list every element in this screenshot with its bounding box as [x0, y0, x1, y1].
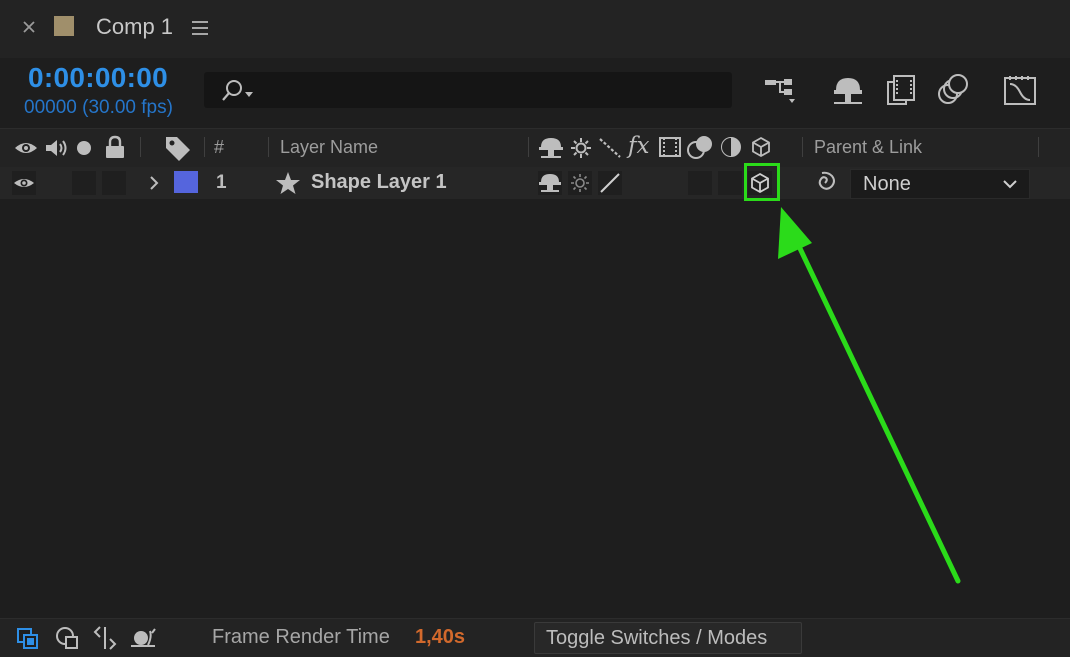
flowchart-icon[interactable]: [762, 72, 798, 108]
layer-audio-toggle[interactable]: [72, 171, 96, 195]
layer-index: 1: [216, 172, 227, 193]
timeline-footer: Frame Render Time 1,40s Toggle Switches …: [0, 618, 1070, 657]
chevron-down-icon: [1001, 176, 1019, 192]
label-tag-icon[interactable]: [164, 135, 192, 161]
eye-icon[interactable]: [14, 137, 38, 159]
hamburger-icon[interactable]: [190, 20, 210, 36]
layer-solo-toggle[interactable]: [102, 171, 126, 195]
speaker-icon[interactable]: [44, 137, 70, 159]
frame-blending-icon[interactable]: [884, 72, 920, 108]
frame-render-time-value: 1,40s: [415, 626, 466, 648]
pick-whip-icon[interactable]: [812, 171, 838, 195]
close-icon[interactable]: [20, 18, 38, 36]
layer-collapse-switch[interactable]: [568, 171, 592, 195]
toggle-switches-modes-button[interactable]: Toggle Switches / Modes: [534, 622, 802, 654]
layer-quality-switch[interactable]: [598, 171, 622, 195]
lock-icon[interactable]: [104, 135, 126, 159]
motion-blur-icon[interactable]: [934, 72, 970, 108]
layer-name-column-header[interactable]: Layer Name: [280, 137, 378, 158]
comp-color-swatch: [54, 16, 74, 36]
effects-column-header[interactable]: fx: [628, 133, 649, 159]
render-time-snail-icon[interactable]: [128, 625, 158, 651]
solo-dot-icon[interactable]: [76, 140, 92, 156]
layer-columns-header: # Layer Name fx Parent & Link: [0, 128, 1070, 167]
layer-label-color[interactable]: [174, 171, 198, 193]
panel-title[interactable]: Comp 1: [96, 14, 173, 40]
draft-3d-icon[interactable]: [830, 72, 866, 108]
quality-icon[interactable]: [598, 137, 622, 159]
composition-mini-flowchart-icon[interactable]: [16, 627, 40, 651]
motion-blur-column-icon[interactable]: [686, 134, 714, 160]
collapse-sun-icon[interactable]: [570, 137, 592, 159]
layer-row[interactable]: 1 Shape Layer 1 None: [0, 167, 1070, 199]
frame-render-time-label: Frame Render Time: [212, 626, 390, 648]
toggle-switches-modes-label: Toggle Switches / Modes: [546, 627, 768, 649]
adjustment-layer-icon[interactable]: [720, 136, 742, 158]
layer-switches-icon[interactable]: [54, 625, 80, 651]
parent-dropdown-value: None: [863, 173, 911, 195]
graph-editor-icon[interactable]: [1002, 72, 1038, 108]
layer-visibility-toggle[interactable]: [12, 171, 36, 195]
frame-blend-column-icon[interactable]: [658, 135, 682, 159]
star-icon: [275, 171, 301, 195]
current-time-display[interactable]: 0:00:00:00: [28, 62, 168, 94]
layer-shy-switch[interactable]: [538, 171, 562, 195]
panel-tab-bar: Comp 1: [0, 0, 1070, 58]
layer-search-input[interactable]: [204, 72, 732, 108]
chevron-right-icon[interactable]: [146, 173, 162, 193]
frame-rate-display: 00000 (30.00 fps): [24, 97, 173, 118]
layer-name[interactable]: Shape Layer 1: [311, 171, 447, 194]
layer-motion-blur-switch[interactable]: [688, 171, 712, 195]
search-icon: [218, 78, 258, 104]
parent-dropdown[interactable]: None: [850, 169, 1030, 199]
layer-adjustment-switch[interactable]: [718, 171, 742, 195]
index-column-header: #: [214, 137, 225, 157]
transfer-controls-icon[interactable]: [92, 625, 118, 651]
3d-switch-highlight: [744, 163, 780, 201]
shy-icon[interactable]: [538, 136, 564, 160]
3d-layer-column-icon[interactable]: [750, 136, 772, 158]
parent-link-column-header[interactable]: Parent & Link: [814, 137, 922, 158]
